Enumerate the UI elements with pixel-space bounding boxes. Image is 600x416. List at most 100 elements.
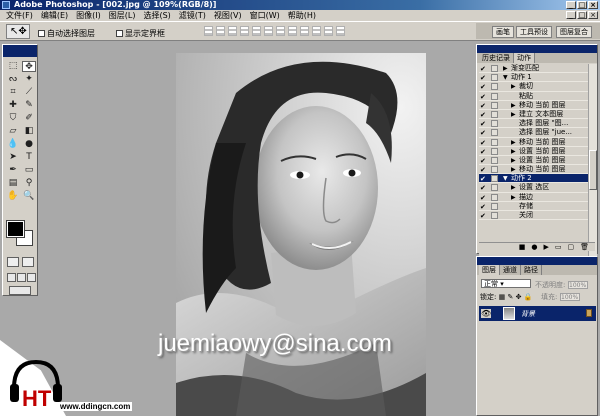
dialog-toggle-box[interactable] xyxy=(491,83,498,91)
action-row[interactable]: ✔ ▶ 移动 当前 图层 xyxy=(479,165,591,175)
dialog-toggle-box[interactable] xyxy=(491,166,498,174)
dialog-toggle-box[interactable] xyxy=(491,110,498,118)
dialog-toggle-box[interactable] xyxy=(491,129,498,137)
auto-select-layer-checkbox[interactable]: 自动选择图层 xyxy=(38,28,95,39)
dialog-toggle-box[interactable] xyxy=(491,120,498,128)
distribute-bottom-icon[interactable] xyxy=(300,26,309,36)
action-row[interactable]: ✔ ▶ 设置 当前 图层 xyxy=(479,147,591,156)
action-row[interactable]: ✔ 粘贴 xyxy=(479,92,591,101)
document-canvas[interactable] xyxy=(176,53,426,416)
expand-arrow-icon[interactable]: ▶ xyxy=(511,110,516,119)
zoom-tool-icon[interactable]: 🔍 xyxy=(22,191,36,202)
full-screen-icon[interactable] xyxy=(27,273,36,282)
healing-brush-tool-icon[interactable]: ✚ xyxy=(6,100,20,111)
action-row[interactable]: ✔ 存储 xyxy=(479,202,591,211)
dialog-toggle-box[interactable] xyxy=(491,74,498,82)
crop-tool-icon[interactable]: ⌗ xyxy=(6,87,20,98)
action-row[interactable]: ✔ ▶ 移动 当前 图层 xyxy=(479,101,591,110)
tab-paths[interactable]: 路径 xyxy=(521,265,542,275)
expand-arrow-icon[interactable]: ▶ xyxy=(511,138,516,147)
show-bounding-box-checkbox[interactable]: 显示定界框 xyxy=(116,28,165,39)
gradient-tool-icon[interactable]: ◧ xyxy=(22,126,36,137)
scrollbar-thumb[interactable] xyxy=(589,150,597,190)
distribute-top-icon[interactable] xyxy=(276,26,285,36)
toolbox-header[interactable] xyxy=(3,45,37,57)
expand-arrow-icon[interactable]: ▶ xyxy=(511,147,516,156)
well-tab-layer-comps[interactable]: 图层复合 xyxy=(556,26,592,38)
expand-arrow-icon[interactable]: ▶ xyxy=(511,156,516,165)
distribute-left-icon[interactable] xyxy=(312,26,321,36)
align-vcenter-icon[interactable] xyxy=(216,26,225,36)
collapse-arrow-icon[interactable]: ▼ xyxy=(503,73,508,82)
align-bottom-icon[interactable] xyxy=(228,26,237,36)
align-top-icon[interactable] xyxy=(204,26,213,36)
fill-field[interactable]: 100% xyxy=(559,293,580,301)
delete-icon[interactable]: 🗑 xyxy=(580,243,589,251)
lock-all-icon[interactable]: 🔒 xyxy=(524,293,533,301)
menu-file[interactable]: 文件(F) xyxy=(2,10,37,21)
doc-minimize-button[interactable]: _ xyxy=(566,11,576,19)
menu-window[interactable]: 窗口(W) xyxy=(246,10,284,21)
maximize-button[interactable]: □ xyxy=(577,1,587,9)
dialog-toggle-box[interactable] xyxy=(491,101,498,109)
minimize-button[interactable]: _ xyxy=(566,1,576,9)
doc-restore-button[interactable]: □ xyxy=(577,11,587,19)
action-row[interactable]: ✔ ▶ 描边 xyxy=(479,193,591,202)
align-left-icon[interactable] xyxy=(240,26,249,36)
dialog-toggle-box[interactable] xyxy=(491,193,498,201)
pen-tool-icon[interactable]: ✒ xyxy=(6,165,20,176)
action-row[interactable]: ✔ 关闭 xyxy=(479,211,591,221)
distribute-hcenter-icon[interactable] xyxy=(324,26,333,36)
distribute-right-icon[interactable] xyxy=(336,26,345,36)
menu-image[interactable]: 图像(I) xyxy=(72,10,105,21)
eraser-tool-icon[interactable]: ▱ xyxy=(6,126,20,137)
menu-edit[interactable]: 编辑(E) xyxy=(37,10,72,21)
expand-arrow-icon[interactable]: ▶ xyxy=(503,64,508,73)
stop-icon[interactable]: ■ xyxy=(519,243,526,251)
well-tab-tool-presets[interactable]: 工具预设 xyxy=(516,26,552,38)
close-button[interactable]: × xyxy=(588,1,598,9)
tab-layers[interactable]: 图层 xyxy=(479,265,500,275)
lock-image-icon[interactable]: ✎ xyxy=(507,293,513,301)
lasso-tool-icon[interactable]: ᔓ xyxy=(6,74,20,85)
menu-view[interactable]: 视图(V) xyxy=(210,10,246,21)
shape-tool-icon[interactable]: ▭ xyxy=(22,165,36,176)
dialog-toggle-box[interactable] xyxy=(491,202,498,210)
tool-preset-picker[interactable]: ↖✥ xyxy=(6,24,30,39)
new-set-icon[interactable]: ▭ xyxy=(555,243,562,251)
layer-row-background[interactable]: 👁 背景 xyxy=(479,306,596,321)
action-row[interactable]: ✔ ▶ 设置 当前 图层 xyxy=(479,156,591,166)
visibility-eye-icon[interactable]: 👁 xyxy=(481,309,491,318)
action-row[interactable]: ✔ ▶ 渐变匹配 xyxy=(479,64,591,74)
foreground-color-swatch[interactable] xyxy=(6,220,25,238)
layers-panel-header[interactable] xyxy=(477,257,597,265)
record-icon[interactable]: ● xyxy=(531,243,537,251)
action-row[interactable]: ✔ ▶ 移动 当前 图层 xyxy=(479,138,591,147)
standard-screen-icon[interactable] xyxy=(7,273,16,282)
distribute-vcenter-icon[interactable] xyxy=(288,26,297,36)
play-icon[interactable]: ▶ xyxy=(543,243,548,251)
full-screen-menu-icon[interactable] xyxy=(17,273,26,282)
dialog-toggle-box[interactable] xyxy=(491,184,498,192)
jump-to-imageready-button[interactable] xyxy=(9,286,31,295)
notes-tool-icon[interactable]: ▤ xyxy=(6,178,20,189)
well-tab-brushes[interactable]: 画笔 xyxy=(492,26,514,38)
history-brush-tool-icon[interactable]: ✐ xyxy=(22,113,36,124)
tab-history[interactable]: 历史记录 xyxy=(479,53,514,63)
dodge-tool-icon[interactable]: ● xyxy=(22,139,36,150)
opacity-field[interactable]: 100% xyxy=(567,281,588,289)
action-row[interactable]: ✔ ▼ 动作 1 xyxy=(479,73,591,83)
lock-position-icon[interactable]: ✥ xyxy=(516,293,522,301)
standard-mode-icon[interactable] xyxy=(7,257,19,267)
slice-tool-icon[interactable]: ⟋ xyxy=(22,87,36,98)
menu-filter[interactable]: 滤镜(T) xyxy=(175,10,210,21)
blend-mode-select[interactable]: 正常 ▾ xyxy=(481,279,531,288)
expand-arrow-icon[interactable]: ▶ xyxy=(511,82,516,91)
dialog-toggle-box[interactable] xyxy=(491,212,498,219)
hand-tool-icon[interactable]: ✋ xyxy=(6,191,20,202)
dialog-toggle-box[interactable] xyxy=(491,65,498,72)
menu-select[interactable]: 选择(S) xyxy=(139,10,174,21)
collapse-arrow-icon[interactable]: ▼ xyxy=(503,174,508,183)
eyedropper-tool-icon[interactable]: ⚲ xyxy=(22,178,36,189)
marquee-tool-icon[interactable]: ⬚ xyxy=(6,61,20,72)
